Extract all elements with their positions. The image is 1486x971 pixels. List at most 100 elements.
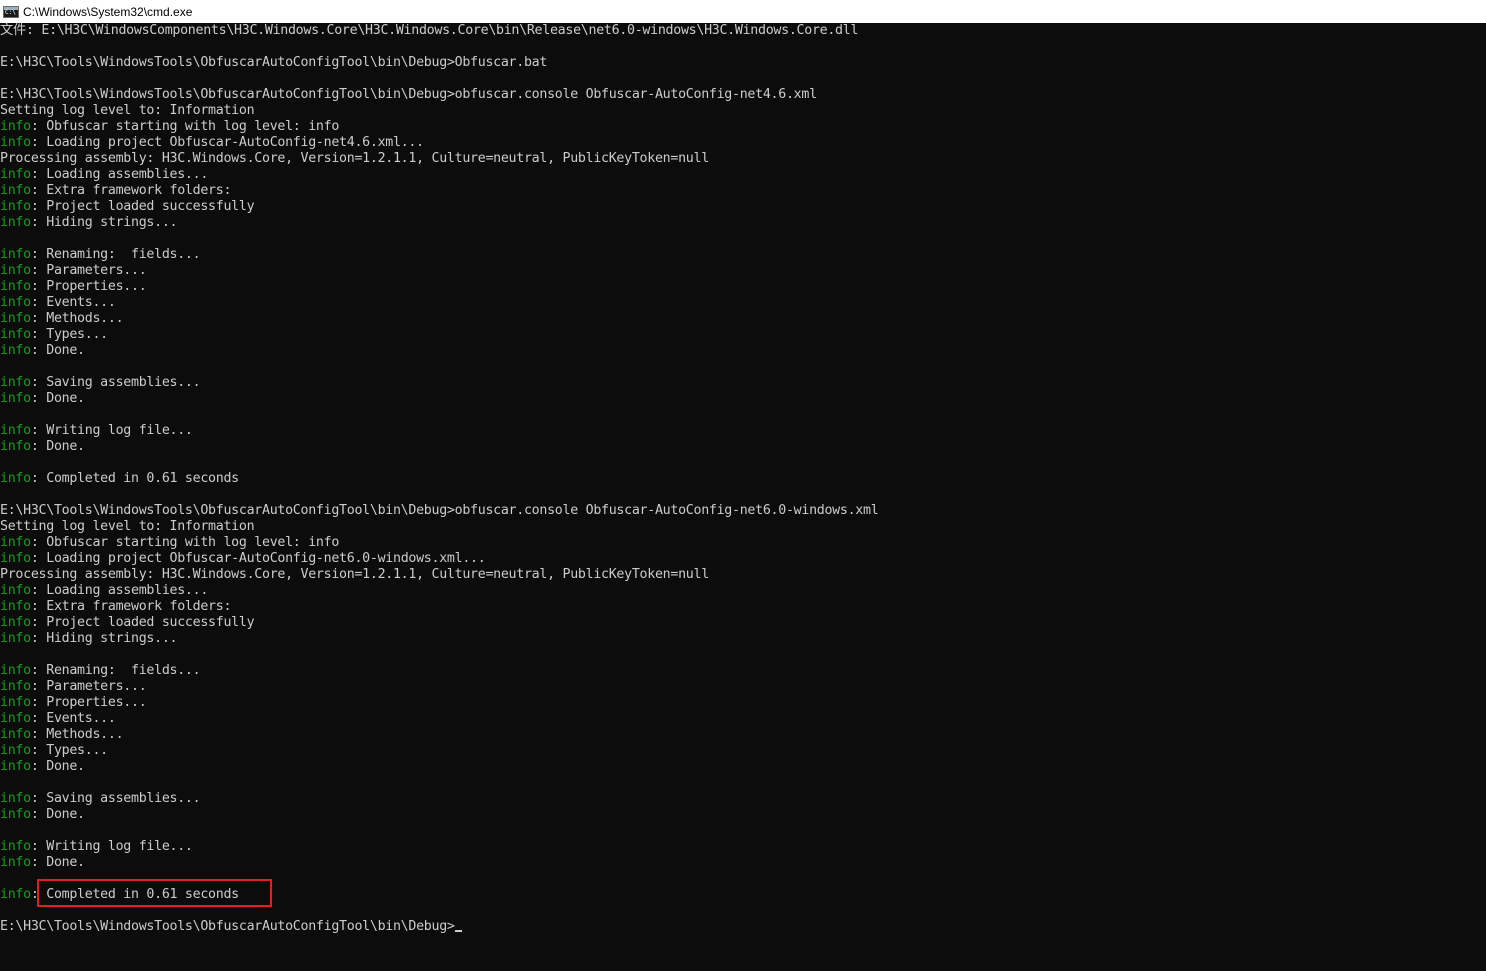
console-line: info: Done. (0, 343, 1486, 359)
console-line: E:\H3C\Tools\WindowsTools\ObfuscarAutoCo… (0, 503, 1486, 519)
console-line: info: Events... (0, 711, 1486, 727)
console-line-text: : Parameters... (30, 263, 147, 278)
console-line-text: Setting log level to: Information (0, 519, 255, 534)
console-line: info: Done. (0, 855, 1486, 871)
log-level-tag: info (0, 119, 31, 134)
console-line: info: Renaming: fields... (0, 663, 1486, 679)
console-line-text: : Done. (30, 439, 85, 454)
log-level-tag: info (0, 263, 31, 278)
console-line: info: Done. (0, 759, 1486, 775)
console-line-text: E:\H3C\Tools\WindowsTools\ObfuscarAutoCo… (0, 503, 879, 518)
log-level-tag: info (0, 471, 31, 486)
log-level-tag: info (0, 695, 31, 710)
console-line: Setting log level to: Information (0, 519, 1486, 535)
console-line: info: Done. (0, 807, 1486, 823)
log-level-tag: info (0, 887, 31, 902)
console-line: info: Methods... (0, 727, 1486, 743)
console-line-text: : Loading assemblies... (30, 167, 209, 182)
log-level-tag: info (0, 183, 31, 198)
console-line: info: Writing log file... (0, 423, 1486, 439)
console-line-text: : Done. (30, 759, 85, 774)
console-line-text: E:\H3C\Tools\WindowsTools\ObfuscarAutoCo… (0, 919, 455, 934)
log-level-tag: info (0, 599, 31, 614)
log-level-tag: info (0, 375, 31, 390)
log-level-tag: info (0, 391, 31, 406)
log-level-tag: info (0, 535, 31, 550)
log-level-tag: info (0, 215, 31, 230)
console-line: info: Loading project Obfuscar-AutoConfi… (0, 551, 1486, 567)
console-line: 文件: E:\H3C\WindowsComponents\H3C.Windows… (0, 23, 1486, 39)
console-line-text: : Extra framework folders: (30, 599, 232, 614)
console-line: info: Methods... (0, 311, 1486, 327)
log-level-tag: info (0, 583, 31, 598)
log-level-tag: info (0, 247, 31, 262)
log-level-tag: info (0, 279, 31, 294)
console-line-text: 文件: E:\H3C\WindowsComponents\H3C.Windows… (0, 23, 859, 38)
console-line-text: : Types... (30, 743, 108, 758)
console-line-text: : Events... (30, 295, 116, 310)
console-output[interactable]: 文件: E:\H3C\WindowsComponents\H3C.Windows… (0, 23, 1486, 971)
title-bar[interactable]: C:\Windows\System32\cmd.exe (0, 0, 1486, 23)
console-line-text: : Obfuscar starting with log level: info (30, 119, 340, 134)
console-line-text: : Loading project Obfuscar-AutoConfig-ne… (30, 135, 424, 150)
console-line: info: Loading assemblies... (0, 167, 1486, 183)
log-level-tag: info (0, 807, 31, 822)
console-line-text: : Renaming: fields... (30, 247, 201, 262)
console-line: info: Obfuscar starting with log level: … (0, 535, 1486, 551)
console-line-text: : Writing log file... (30, 423, 193, 438)
completed-time-highlight (37, 879, 272, 907)
console-line: info: Types... (0, 327, 1486, 343)
console-line-text: : Hiding strings... (30, 631, 178, 646)
console-line-text: : Renaming: fields... (30, 663, 201, 678)
console-line-text: : Parameters... (30, 679, 147, 694)
console-line-text: : Loading assemblies... (30, 583, 209, 598)
console-line-text: E:\H3C\Tools\WindowsTools\ObfuscarAutoCo… (0, 55, 548, 70)
console-line: info: Saving assemblies... (0, 375, 1486, 391)
console-line: info: Project loaded successfully (0, 615, 1486, 631)
console-line: info: Properties... (0, 279, 1486, 295)
log-level-tag: info (0, 439, 31, 454)
log-level-tag: info (0, 759, 31, 774)
log-level-tag: info (0, 167, 31, 182)
console-line: info: Project loaded successfully (0, 199, 1486, 215)
console-line-text: : Properties... (30, 279, 147, 294)
console-line-text: : Hiding strings... (30, 215, 178, 230)
log-level-tag: info (0, 663, 31, 678)
log-level-tag: info (0, 631, 31, 646)
log-level-tag: info (0, 679, 31, 694)
cmd-window: C:\Windows\System32\cmd.exe 文件: E:\H3C\W… (0, 0, 1486, 971)
log-level-tag: info (0, 343, 31, 358)
log-level-tag: info (0, 327, 31, 342)
console-line-text: : Methods... (30, 727, 124, 742)
console-line-text: E:\H3C\Tools\WindowsTools\ObfuscarAutoCo… (0, 87, 817, 102)
console-line-text: : Writing log file... (30, 839, 193, 854)
window-title: C:\Windows\System32\cmd.exe (23, 4, 193, 19)
console-line: Processing assembly: H3C.Windows.Core, V… (0, 567, 1486, 583)
log-level-tag: info (0, 311, 31, 326)
console-line: Setting log level to: Information (0, 103, 1486, 119)
console-line: info: Extra framework folders: (0, 599, 1486, 615)
console-line: info: Types... (0, 743, 1486, 759)
console-line: info: Loading assemblies... (0, 583, 1486, 599)
log-level-tag: info (0, 855, 31, 870)
log-level-tag: info (0, 295, 31, 310)
console-line-text: : Properties... (30, 695, 147, 710)
log-level-tag: info (0, 199, 31, 214)
console-line-text: : Types... (30, 327, 108, 342)
console-line-text: : Events... (30, 711, 116, 726)
console-line-text: : Completed in 0.61 seconds (30, 471, 239, 486)
console-line: info: Hiding strings... (0, 215, 1486, 231)
console-line-text: : Saving assemblies... (30, 791, 201, 806)
log-level-tag: info (0, 791, 31, 806)
console-line: E:\H3C\Tools\WindowsTools\ObfuscarAutoCo… (0, 87, 1486, 103)
log-level-tag: info (0, 743, 31, 758)
log-level-tag: info (0, 727, 31, 742)
